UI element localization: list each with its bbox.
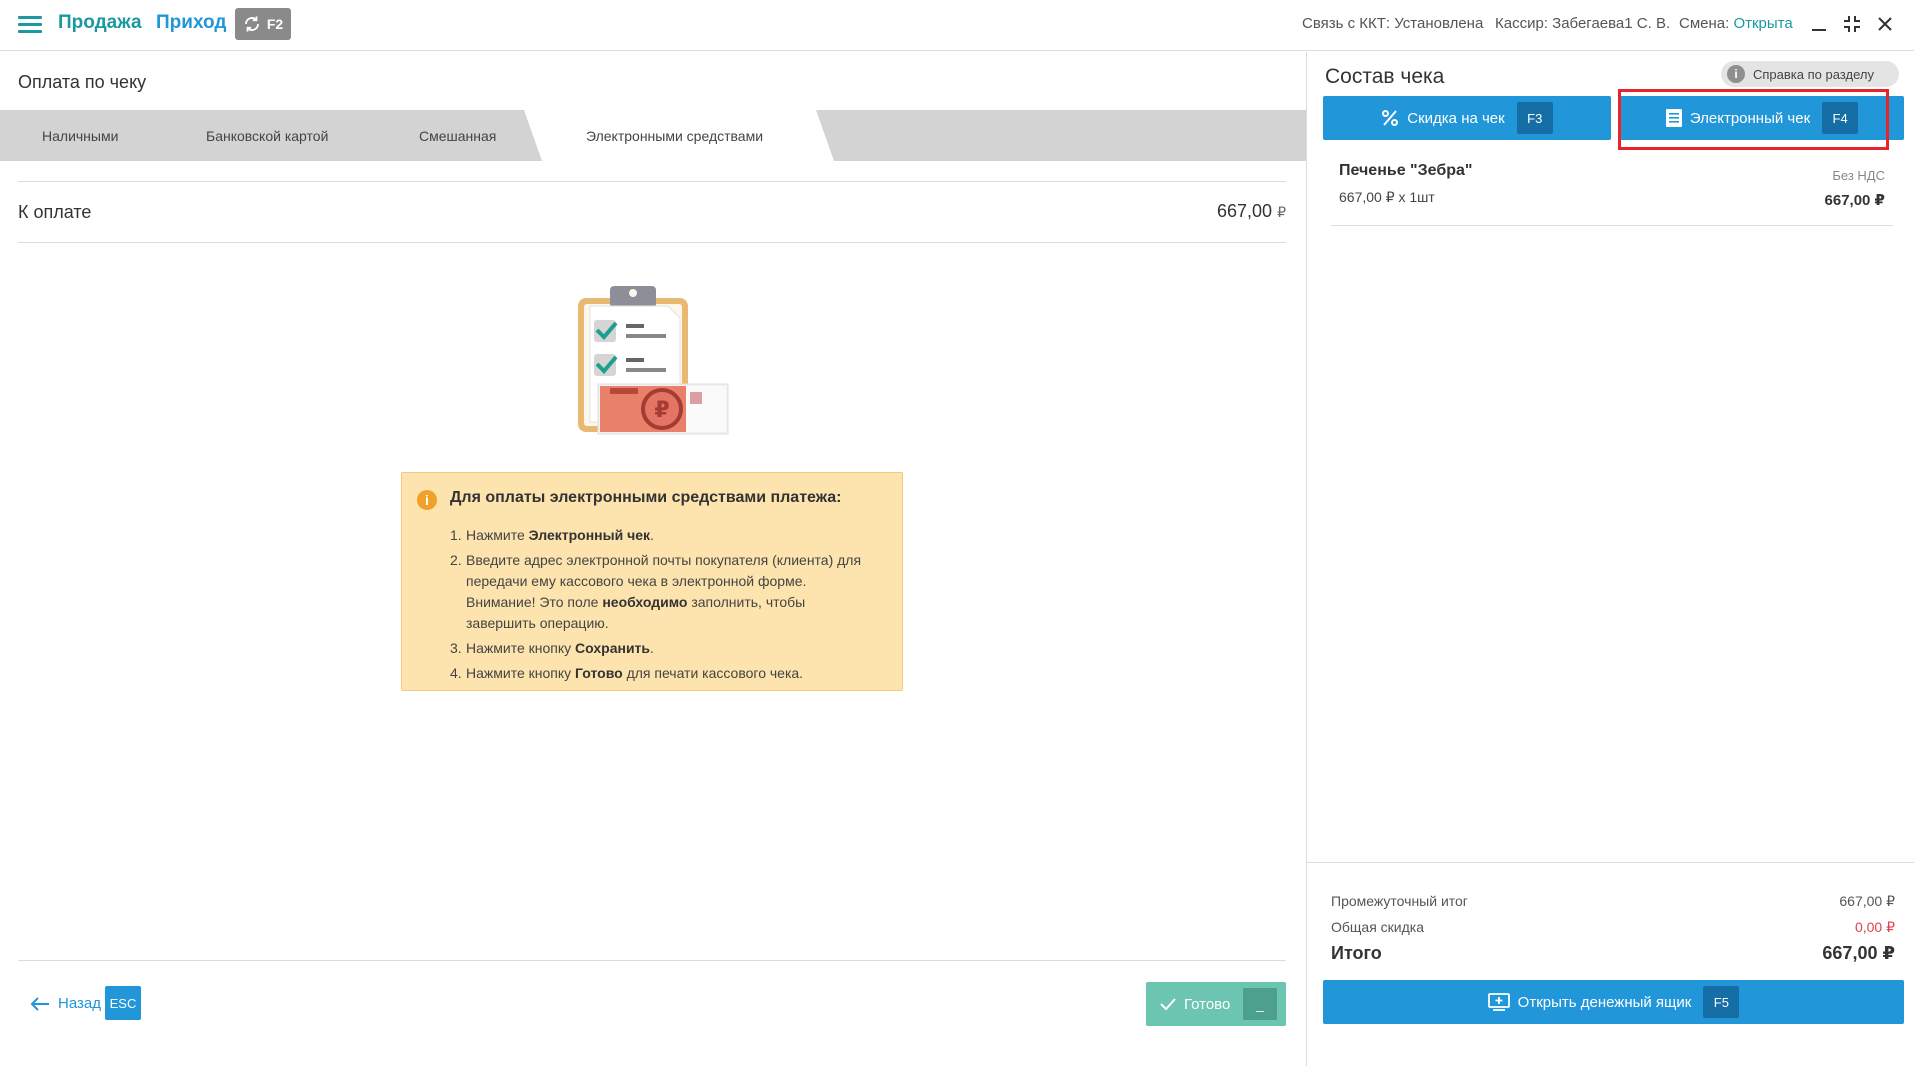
discount-total-label: Общая скидка bbox=[1331, 919, 1425, 935]
to-pay-value: 667,00 ₽ bbox=[1217, 201, 1286, 222]
to-pay-label: К оплате bbox=[18, 202, 92, 222]
sync-key: F2 bbox=[266, 16, 284, 32]
shift-status: Смена: Открыта bbox=[1679, 15, 1793, 32]
page-title: Оплата по чеку bbox=[18, 72, 147, 92]
tab-cash[interactable]: Наличными bbox=[42, 110, 118, 161]
info-list: 1. Нажмите Электронный чек. 2. Введите а… bbox=[450, 525, 870, 688]
tab-electronic[interactable]: Электронными средствами bbox=[586, 110, 763, 161]
sync-button[interactable]: F2 bbox=[235, 8, 291, 40]
drawer-key-badge: F5 bbox=[1703, 986, 1740, 1018]
info-icon: i bbox=[417, 490, 437, 510]
close-icon[interactable] bbox=[1875, 14, 1895, 34]
back-label: Назад bbox=[58, 995, 101, 1012]
item-name: Печенье "Зебра" bbox=[1339, 162, 1473, 179]
info-title: Для оплаты электронными средствами плате… bbox=[450, 489, 842, 506]
drawer-label: Открыть денежный ящик bbox=[1517, 993, 1692, 1011]
cashier-name: Кассир: Забегаева1 С. В. bbox=[1495, 15, 1671, 32]
help-button[interactable]: i Справка по разделу bbox=[1721, 61, 1899, 87]
info-icon: i bbox=[1727, 65, 1745, 83]
top-bar: Продажа Приход F2 Связь с ККТ: Установле… bbox=[0, 0, 1914, 51]
info-step: 1. Нажмите Электронный чек. bbox=[450, 527, 654, 543]
tab-bank-card[interactable]: Банковской картой bbox=[206, 110, 328, 161]
divider bbox=[18, 181, 1286, 182]
receipt-item[interactable]: Печенье "Зебра" 667,00 ₽ x 1шт Без НДС 6… bbox=[1331, 160, 1893, 226]
help-label: Справка по разделу bbox=[1753, 66, 1874, 82]
subtotal-label: Промежуточный итог bbox=[1331, 893, 1468, 909]
grand-total-row: Итого 667,00 ₽ bbox=[1331, 943, 1895, 964]
info-step: 4. Нажмите кнопку Готово для печати касс… bbox=[450, 665, 804, 681]
divider bbox=[18, 242, 1286, 243]
currency-sign: ₽ bbox=[1277, 204, 1286, 220]
minimize-icon[interactable] bbox=[1809, 14, 1829, 34]
arrow-left-icon bbox=[30, 996, 49, 1011]
nav-sale[interactable]: Продажа bbox=[58, 12, 142, 34]
svg-text:₽: ₽ bbox=[654, 398, 669, 423]
done-label: Готово bbox=[1184, 995, 1231, 1013]
grand-total-value: 667,00 ₽ bbox=[1822, 943, 1895, 963]
info-step: 2. Введите адрес электронной почты покуп… bbox=[450, 552, 862, 631]
info-step: 3. Нажмите кнопку Сохранить. bbox=[450, 640, 654, 656]
totals-section: Промежуточный итог 667,00 ₽ Общая скидка… bbox=[1307, 862, 1914, 963]
receipt-pane: Состав чека i Справка по разделу Скидка … bbox=[1306, 52, 1914, 1066]
back-button[interactable]: Назад bbox=[30, 995, 101, 1012]
discount-total-row: Общая скидка 0,00 ₽ bbox=[1331, 919, 1895, 935]
clipboard-banknote-illustration: ₽ bbox=[578, 286, 729, 435]
receipt-discount-button[interactable]: Скидка на чек F3 bbox=[1323, 96, 1611, 140]
electronic-receipt-button[interactable]: Электронный чек F4 bbox=[1620, 96, 1904, 140]
open-cash-drawer-button[interactable]: Открыть денежный ящик F5 bbox=[1323, 980, 1904, 1024]
percent-icon bbox=[1382, 110, 1399, 126]
sync-icon bbox=[244, 16, 259, 32]
tab-mixed[interactable]: Смешанная bbox=[419, 110, 496, 161]
menu-icon[interactable] bbox=[18, 16, 42, 34]
done-key-badge: _ bbox=[1243, 988, 1277, 1020]
discount-label: Скидка на чек bbox=[1407, 109, 1505, 127]
done-button[interactable]: Готово _ bbox=[1146, 982, 1286, 1026]
item-total: 667,00 ₽ bbox=[1824, 192, 1885, 209]
receipt-title: Состав чека bbox=[1325, 65, 1445, 88]
grand-total-label: Итого bbox=[1331, 943, 1382, 963]
info-box: i Для оплаты электронными средствами пла… bbox=[401, 472, 903, 691]
echeck-key-badge: F4 bbox=[1822, 102, 1859, 134]
to-pay-amount: 667,00 bbox=[1217, 201, 1273, 221]
shift-value: Открыта bbox=[1733, 15, 1793, 32]
cash-drawer-icon bbox=[1487, 993, 1510, 1011]
divider bbox=[18, 960, 1286, 961]
nav-income[interactable]: Приход bbox=[156, 12, 226, 34]
subtotal-value: 667,00 ₽ bbox=[1839, 893, 1895, 909]
check-icon bbox=[1160, 998, 1176, 1011]
esc-key-badge[interactable]: ESC bbox=[105, 986, 141, 1020]
discount-total-value: 0,00 ₽ bbox=[1854, 919, 1895, 935]
fullscreen-exit-icon[interactable] bbox=[1842, 14, 1862, 34]
echeck-label: Электронный чек bbox=[1689, 109, 1811, 127]
item-vat: Без НДС bbox=[1832, 168, 1885, 183]
discount-key-badge: F3 bbox=[1516, 102, 1553, 134]
payment-pane: Оплата по чеку Наличными Банковской карт… bbox=[0, 52, 1306, 1066]
payment-tabs: Наличными Банковской картой Смешанная Эл… bbox=[0, 110, 1306, 161]
shift-label: Смена: bbox=[1679, 15, 1730, 32]
kkt-status: Связь с ККТ: Установлена bbox=[1302, 15, 1484, 32]
item-qty-line: 667,00 ₽ x 1шт bbox=[1339, 189, 1435, 205]
receipt-icon bbox=[1665, 109, 1682, 127]
subtotal-row: Промежуточный итог 667,00 ₽ bbox=[1331, 893, 1895, 909]
